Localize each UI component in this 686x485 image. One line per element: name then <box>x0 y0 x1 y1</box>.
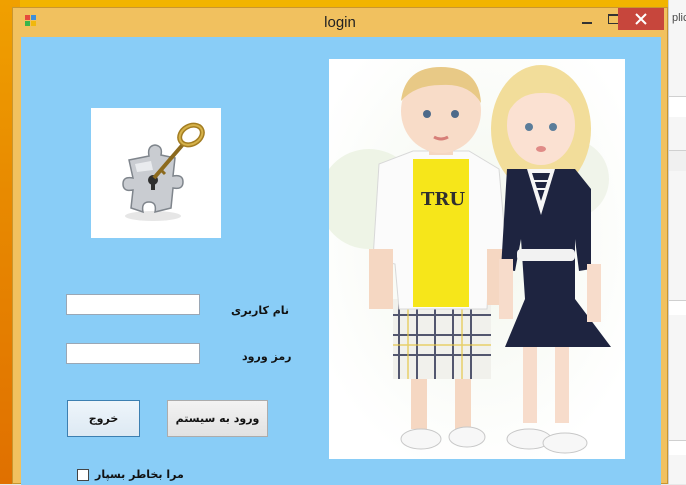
close-icon <box>635 13 647 25</box>
password-label: رمز ورود <box>242 350 292 363</box>
close-button[interactable] <box>618 8 664 30</box>
exit-button[interactable]: خروج <box>67 400 140 437</box>
window-title: login <box>324 14 356 31</box>
remember-me-label: مرا بخاطر بسپار <box>95 468 184 481</box>
puzzle-key-icon <box>122 122 205 221</box>
children-photo-image: TRU <box>329 59 625 459</box>
background-window-text: plic <box>672 12 686 24</box>
login-window: login نام کاربری رمز ورود خروج ورود به س… <box>12 7 668 485</box>
username-input[interactable] <box>66 294 200 315</box>
password-input[interactable] <box>66 343 200 364</box>
form-client-area: نام کاربری رمز ورود خروج ورود به سیستم م… <box>21 37 661 485</box>
shirt-text: TRU <box>421 189 465 210</box>
puzzle-key-picture <box>91 108 221 238</box>
remember-me-checkbox[interactable] <box>77 469 89 481</box>
title-bar[interactable]: login <box>13 8 667 36</box>
children-photo: TRU <box>329 59 625 459</box>
background-window <box>668 0 686 484</box>
username-label: نام کاربری <box>231 304 290 317</box>
login-button[interactable]: ورود به سیستم <box>167 400 268 437</box>
minimize-icon <box>582 22 592 24</box>
minimize-button[interactable] <box>573 9 601 29</box>
maximize-icon <box>607 14 619 24</box>
